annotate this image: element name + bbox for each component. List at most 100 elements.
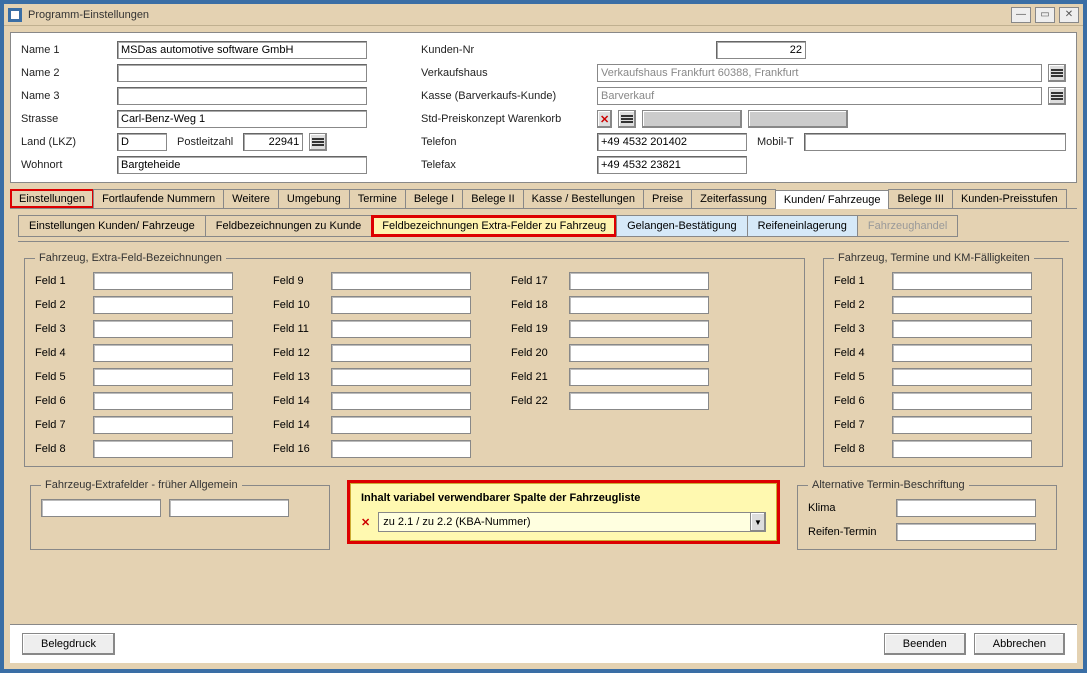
tab-termine[interactable]: Termine <box>349 189 406 208</box>
feld2-input[interactable] <box>93 296 233 314</box>
subtab-einstellungen-kunden-fahrzeuge[interactable]: Einstellungen Kunden/ Fahrzeuge <box>18 215 206 237</box>
variabel-clear-button[interactable]: ✕ <box>361 516 370 529</box>
tab-belege3[interactable]: Belege III <box>888 189 952 208</box>
label-feld22: Feld 22 <box>511 395 561 407</box>
label-feld2: Feld 2 <box>35 299 85 311</box>
subtab-fahrzeughandel[interactable]: Fahrzeughandel <box>857 215 959 237</box>
label-preiskonzept: Std-Preiskonzept Warenkorb <box>421 113 591 125</box>
label-plz: Postleitzahl <box>173 136 237 148</box>
feld7-input[interactable] <box>93 416 233 434</box>
kundennr-input[interactable]: 22 <box>716 41 806 59</box>
km-feld3-input[interactable] <box>892 320 1032 338</box>
legend-alt-termin: Alternative Termin-Beschriftung <box>808 479 969 491</box>
chevron-down-icon[interactable]: ▼ <box>750 512 766 532</box>
land-input[interactable]: D <box>117 133 167 151</box>
feld4-input[interactable] <box>93 344 233 362</box>
feld13-input[interactable] <box>331 368 471 386</box>
extra-col3: Feld 17 Feld 18 Feld 19 Feld 20 Feld 21 … <box>511 272 709 458</box>
feld1-input[interactable] <box>93 272 233 290</box>
plz-lookup-button[interactable] <box>309 133 327 151</box>
subtab-feldbezeichnungen-kunde[interactable]: Feldbezeichnungen zu Kunde <box>205 215 373 237</box>
plz-input[interactable]: 22941 <box>243 133 303 151</box>
feld6-input[interactable] <box>93 392 233 410</box>
frueher-allg-input2[interactable] <box>169 499 289 517</box>
x-icon: ✕ <box>600 113 609 126</box>
abbrechen-button[interactable]: Abbrechen <box>974 633 1065 655</box>
feld14b-input[interactable] <box>331 416 471 434</box>
name2-input[interactable] <box>117 64 367 82</box>
feld19-input[interactable] <box>569 320 709 338</box>
feld20-input[interactable] <box>569 344 709 362</box>
tab-preise[interactable]: Preise <box>643 189 692 208</box>
beenden-button[interactable]: Beenden <box>884 633 966 655</box>
legend-variabel-spalte: Inhalt variabel verwendbarer Spalte der … <box>361 492 766 504</box>
feld12-input[interactable] <box>331 344 471 362</box>
feld3-input[interactable] <box>93 320 233 338</box>
feld22-input[interactable] <box>569 392 709 410</box>
variabel-combo[interactable]: zu 2.1 / zu 2.2 (KBA-Nummer) ▼ <box>378 512 766 532</box>
feld16-input[interactable] <box>331 440 471 458</box>
feld11-input[interactable] <box>331 320 471 338</box>
reifen-termin-input[interactable] <box>896 523 1036 541</box>
subtab-feldbezeichnungen-extra-fahrzeug[interactable]: Feldbezeichnungen Extra-Felder zu Fahrze… <box>371 215 617 237</box>
kasse-lookup-button[interactable] <box>1048 87 1066 105</box>
km-feld7-input[interactable] <box>892 416 1032 434</box>
preiskonzept-clear-button[interactable]: ✕ <box>597 110 612 128</box>
label-name3: Name 3 <box>21 90 111 102</box>
label-feld6: Feld 6 <box>35 395 85 407</box>
verkaufshaus-lookup-button[interactable] <box>1048 64 1066 82</box>
belegdruck-button[interactable]: Belegdruck <box>22 633 115 655</box>
tab-belege1[interactable]: Belege I <box>405 189 463 208</box>
feld17-input[interactable] <box>569 272 709 290</box>
app-window: Programm-Einstellungen — ▭ ✕ Name 1MSDas… <box>0 0 1087 673</box>
name3-input[interactable] <box>117 87 367 105</box>
tab-umgebung[interactable]: Umgebung <box>278 189 350 208</box>
tab-kunden-preisstufen[interactable]: Kunden-Preisstufen <box>952 189 1067 208</box>
label-km-feld8: Feld 8 <box>834 443 884 455</box>
feld5-input[interactable] <box>93 368 233 386</box>
preiskonzept-lookup-button[interactable] <box>618 110 636 128</box>
strasse-input[interactable]: Carl-Benz-Weg 1 <box>117 110 367 128</box>
tab-einstellungen[interactable]: Einstellungen <box>10 189 94 208</box>
feld9-input[interactable] <box>331 272 471 290</box>
km-feld4-input[interactable] <box>892 344 1032 362</box>
subtab-gelangen-bestaetigung[interactable]: Gelangen-Bestätigung <box>616 215 747 237</box>
feld10-input[interactable] <box>331 296 471 314</box>
maximize-button[interactable]: ▭ <box>1035 7 1055 23</box>
telefon-input[interactable]: +49 4532 201402 <box>597 133 747 151</box>
tab-weitere[interactable]: Weitere <box>223 189 279 208</box>
feld21-input[interactable] <box>569 368 709 386</box>
subtab-reifeneinlagerung[interactable]: Reifeneinlagerung <box>747 215 858 237</box>
label-feld12: Feld 12 <box>273 347 323 359</box>
main-tab-row: Einstellungen Fortlaufende Nummern Weite… <box>10 189 1077 209</box>
km-feld2-input[interactable] <box>892 296 1032 314</box>
tab-fortlaufende-nummern[interactable]: Fortlaufende Nummern <box>93 189 224 208</box>
label-feld13: Feld 13 <box>273 371 323 383</box>
mobil-input[interactable] <box>804 133 1066 151</box>
minimize-button[interactable]: — <box>1011 7 1031 23</box>
preiskonzept-slot1[interactable] <box>642 110 742 128</box>
km-feld6-input[interactable] <box>892 392 1032 410</box>
telefax-input[interactable]: +49 4532 23821 <box>597 156 747 174</box>
label-reifen-termin: Reifen-Termin <box>808 526 888 538</box>
titlebar: Programm-Einstellungen — ▭ ✕ <box>4 4 1083 26</box>
frueher-allg-input1[interactable] <box>41 499 161 517</box>
tab-kasse-bestellungen[interactable]: Kasse / Bestellungen <box>523 189 644 208</box>
feld14a-input[interactable] <box>331 392 471 410</box>
feld8-input[interactable] <box>93 440 233 458</box>
name1-input[interactable]: MSDas automotive software GmbH <box>117 41 367 59</box>
klima-input[interactable] <box>896 499 1036 517</box>
preiskonzept-slot2[interactable] <box>748 110 848 128</box>
close-button[interactable]: ✕ <box>1059 7 1079 23</box>
window-title: Programm-Einstellungen <box>28 9 1011 21</box>
km-feld8-input[interactable] <box>892 440 1032 458</box>
km-feld1-input[interactable] <box>892 272 1032 290</box>
km-feld5-input[interactable] <box>892 368 1032 386</box>
label-kundennr: Kunden-Nr <box>421 44 591 56</box>
feld18-input[interactable] <box>569 296 709 314</box>
subtab-panel: Fahrzeug, Extra-Feld-Bezeichnungen Feld … <box>18 241 1069 558</box>
tab-zeiterfassung[interactable]: Zeiterfassung <box>691 189 776 208</box>
tab-kunden-fahrzeuge[interactable]: Kunden/ Fahrzeuge <box>775 190 890 209</box>
tab-belege2[interactable]: Belege II <box>462 189 523 208</box>
wohnort-input[interactable]: Bargteheide <box>117 156 367 174</box>
